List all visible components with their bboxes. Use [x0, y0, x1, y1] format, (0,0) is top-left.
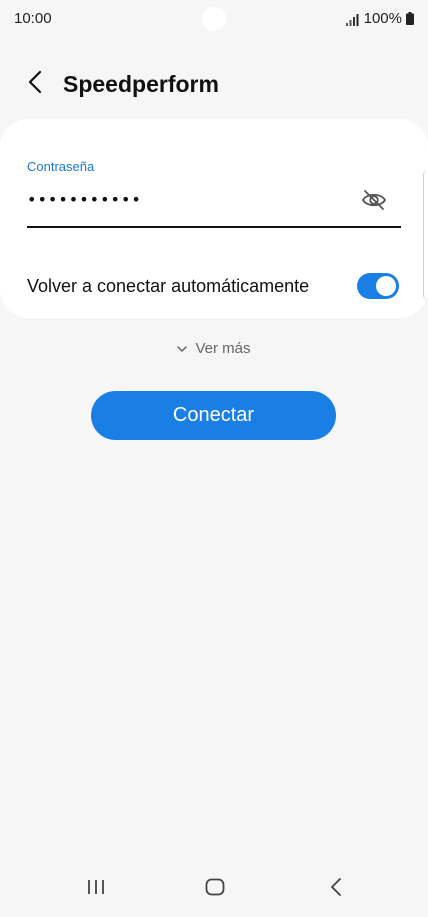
network-settings-card: Contraseña Volver a conectar automáticam… — [0, 119, 428, 318]
recent-apps-button[interactable] — [76, 875, 116, 903]
password-input[interactable] — [27, 181, 347, 217]
eye-off-icon — [361, 189, 387, 216]
navigation-bar — [0, 861, 428, 917]
nav-back-icon — [330, 877, 342, 901]
header: Speedperform — [0, 62, 428, 106]
status-time: 10:00 — [14, 10, 52, 27]
password-underline — [27, 226, 401, 228]
home-icon — [205, 878, 225, 901]
chevron-down-icon — [177, 340, 188, 357]
password-label: Contraseña — [27, 159, 95, 174]
nav-back-button[interactable] — [316, 875, 356, 903]
home-button[interactable] — [195, 875, 235, 903]
see-more-button[interactable]: Ver más — [0, 340, 428, 357]
camera-cutout — [202, 7, 226, 31]
see-more-label: Ver más — [195, 340, 251, 357]
show-password-button[interactable] — [360, 189, 388, 215]
battery-icon — [406, 12, 414, 25]
page-title: Speedperform — [63, 71, 219, 97]
screen: 10:00 100% Speedperform Contraseña •••••… — [0, 0, 428, 917]
connect-button[interactable]: Conectar — [91, 391, 336, 440]
status-bar: 10:00 100% — [0, 0, 428, 38]
recent-apps-icon — [87, 879, 105, 900]
signal-icon — [345, 13, 360, 26]
auto-reconnect-label: Volver a conectar automáticamente — [27, 276, 310, 296]
auto-reconnect-toggle[interactable] — [357, 273, 399, 299]
status-right: 100% — [345, 10, 414, 27]
scroll-edge — [423, 170, 428, 300]
back-button[interactable] — [20, 68, 50, 100]
back-arrow-icon — [27, 70, 43, 99]
battery-percent: 100% — [363, 10, 402, 27]
toggle-knob — [376, 276, 396, 296]
